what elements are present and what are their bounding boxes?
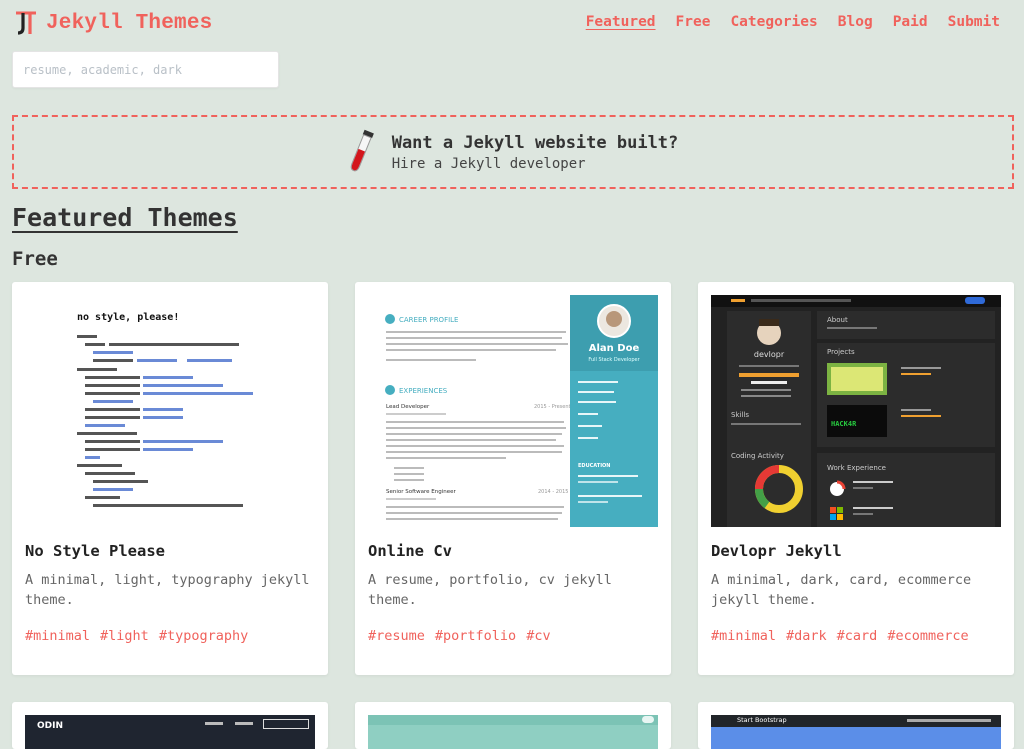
theme-thumbnail[interactable]: CAREER PROFILE EXPERIENCES Lead Develope… [368, 295, 658, 527]
tag-link[interactable]: #resume [368, 628, 425, 644]
theme-tags: #minimal #light #typography [25, 628, 248, 644]
site-logo-link[interactable]: Jekyll Themes [14, 10, 212, 36]
theme-description: A minimal, light, typography jekyll them… [25, 572, 310, 608]
devlopr-about: About [827, 316, 848, 324]
nav-submit[interactable]: Submit [948, 14, 1000, 30]
devlopr-coding: Coding Activity [731, 452, 784, 460]
theme-card-devlopr-jekyll[interactable]: devlopr About Projects HACK4R Skills Cod… [698, 282, 1014, 675]
cv-education-label: EDUCATION [578, 463, 610, 469]
tag-link[interactable]: #cv [526, 628, 550, 644]
tag-link[interactable]: #typography [159, 628, 248, 644]
theme-thumbnail[interactable]: devlopr About Projects HACK4R Skills Cod… [711, 295, 1001, 527]
theme-name[interactable]: No Style Please [25, 542, 165, 560]
hire-title: Want a Jekyll website built? [391, 132, 679, 153]
tag-link[interactable]: #dark [786, 628, 827, 644]
devlopr-preview-graphic: devlopr About Projects HACK4R Skills Cod… [711, 295, 1001, 527]
thumb-title: no style, please! [77, 312, 180, 323]
test-tube-icon [350, 129, 374, 172]
featured-themes-heading: Featured Themes [12, 203, 238, 232]
devlopr-projects: Projects [827, 348, 855, 356]
cv-career-label: CAREER PROFILE [399, 316, 458, 324]
theme-search-input[interactable] [12, 51, 279, 88]
nav-paid[interactable]: Paid [893, 14, 928, 30]
jekyll-themes-logo-icon [16, 11, 36, 35]
tag-link[interactable]: #portfolio [435, 628, 516, 644]
hire-developer-banner[interactable]: Want a Jekyll website built? Hire a Jeky… [12, 115, 1014, 189]
nav-blog[interactable]: Blog [838, 14, 873, 30]
theme-description: A minimal, dark, card, ecommerce jekyll … [711, 572, 972, 608]
theme-name[interactable]: Devlopr Jekyll [711, 542, 842, 560]
theme-thumbnail[interactable]: ODIN [25, 715, 315, 749]
site-title: Jekyll Themes [46, 11, 213, 35]
tag-link[interactable]: #minimal [25, 628, 90, 644]
devlopr-work: Work Experience [827, 464, 886, 472]
theme-thumbnail[interactable]: no style, please! [25, 295, 315, 527]
free-heading: Free [12, 248, 58, 270]
theme-description: A resume, portfolio, cv jekyll theme. [368, 572, 612, 608]
theme-card-start-bootstrap[interactable]: Start Bootstrap [698, 702, 1014, 749]
tag-link[interactable]: #light [100, 628, 149, 644]
tag-link[interactable]: #ecommerce [887, 628, 968, 644]
theme-card-teal[interactable] [355, 702, 671, 749]
cv-person-role: Full Stack Developer [588, 357, 640, 363]
cv-job2: Senior Software Engineer [386, 489, 456, 495]
nav-free[interactable]: Free [676, 14, 711, 30]
theme-card-odin[interactable]: ODIN [12, 702, 328, 749]
theme-card-no-style-please[interactable]: no style, please! No Style Please A mini… [12, 282, 328, 675]
theme-tags: #minimal #dark #card #ecommerce [711, 628, 969, 644]
cv-year2: 2014 - 2015 [538, 489, 568, 495]
theme-card-online-cv[interactable]: CAREER PROFILE EXPERIENCES Lead Develope… [355, 282, 671, 675]
theme-thumbnail[interactable] [368, 715, 658, 749]
nav-featured[interactable]: Featured [586, 14, 656, 30]
main-nav: Featured Free Categories Blog Paid Submi… [586, 14, 1000, 30]
start-bootstrap-label: Start Bootstrap [737, 716, 787, 724]
hire-subtitle: Hire a Jekyll developer [391, 155, 586, 172]
odin-logo-text: ODIN [37, 721, 64, 731]
cv-preview-graphic: CAREER PROFILE EXPERIENCES Lead Develope… [385, 295, 658, 527]
site-header: Jekyll Themes Featured Free Categories B… [0, 0, 1024, 48]
theme-thumbnail[interactable]: Start Bootstrap [711, 715, 1001, 749]
cv-person-name: Alan Doe [589, 343, 640, 354]
theme-name[interactable]: Online Cv [368, 542, 452, 560]
tag-link[interactable]: #minimal [711, 628, 776, 644]
devlopr-name: devlopr [754, 350, 785, 359]
devlopr-hack: HACK4R [831, 420, 857, 428]
devlopr-skills: Skills [731, 411, 749, 419]
cv-year1: 2015 - Present [534, 404, 571, 410]
theme-tags: #resume #portfolio #cv [368, 628, 551, 644]
cv-job1: Lead Developer [386, 404, 430, 410]
nav-categories[interactable]: Categories [730, 14, 817, 30]
tag-link[interactable]: #card [837, 628, 878, 644]
cv-experiences-label: EXPERIENCES [399, 387, 448, 395]
